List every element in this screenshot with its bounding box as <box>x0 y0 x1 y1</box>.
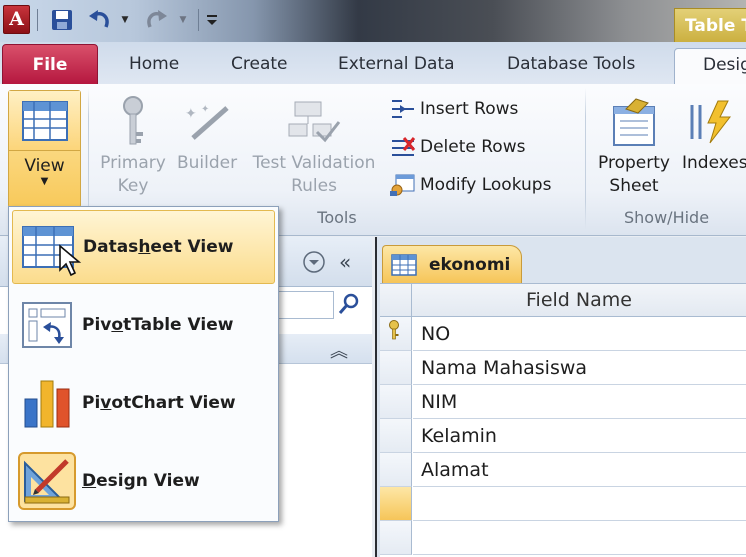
tools-group-label: Tools <box>317 208 357 227</box>
primary-key-button: Primary Key <box>100 92 166 198</box>
field-name-column-header[interactable]: Field Name <box>410 284 746 317</box>
mouse-cursor-icon <box>58 244 82 278</box>
indexes-label: Indexes <box>682 153 746 173</box>
menu-item-datasheet-view[interactable]: Datasheet View <box>12 210 275 284</box>
test-validation-label-1: Test Validation <box>252 153 376 173</box>
undo-dropdown-icon[interactable]: ▼ <box>118 8 132 32</box>
document-tab-label: ekonomi <box>429 254 511 275</box>
title-bar: A ▼ ▼ Table T <box>0 0 746 45</box>
redo-dropdown-icon: ▼ <box>179 15 187 25</box>
builder-label: Builder <box>176 153 238 173</box>
field-cell-empty[interactable] <box>413 521 746 555</box>
insert-rows-button[interactable]: Insert Rows <box>390 94 518 124</box>
search-icon[interactable] <box>338 293 360 319</box>
primary-key-label-2: Key <box>117 176 149 196</box>
insert-rows-label: Insert Rows <box>420 99 519 119</box>
nav-search-input[interactable] <box>270 291 334 319</box>
ribbon-tab-row: File Home Create External Data Database … <box>0 42 746 85</box>
pivotchart-view-icon <box>12 371 82 435</box>
property-sheet-label-2: Sheet <box>609 176 659 196</box>
undo-icon[interactable] <box>86 8 114 32</box>
show-hide-group-label: Show/Hide <box>624 208 710 227</box>
row-selector[interactable] <box>380 351 412 385</box>
design-view-icon <box>12 449 82 513</box>
field-cell[interactable]: NO <box>413 317 746 351</box>
magic-wand-icon: ✦ ✦ <box>172 92 242 152</box>
customize-qat-icon[interactable] <box>203 8 221 32</box>
indexes-button[interactable]: Indexes <box>682 92 746 175</box>
property-sheet-label-1: Property <box>598 153 670 173</box>
table-icon <box>391 253 417 276</box>
field-cell[interactable]: NIM <box>413 385 746 419</box>
redo-icon <box>142 8 170 32</box>
builder-button: ✦ ✦ Builder <box>172 92 242 175</box>
field-cell-new[interactable] <box>413 487 746 521</box>
test-validation-rules-button: Test Validation Rules <box>247 92 381 198</box>
group-separator <box>585 88 586 230</box>
row-selector[interactable] <box>380 419 412 453</box>
primary-key-indicator-icon <box>387 320 401 344</box>
row-selector[interactable] <box>380 385 412 419</box>
view-button[interactable]: View ▼ <box>8 90 81 208</box>
tab-home[interactable]: Home <box>129 48 179 85</box>
delete-rows-icon <box>390 134 420 160</box>
menu-item-design-view[interactable]: Design View <box>12 444 275 518</box>
svg-text:✦: ✦ <box>201 104 209 115</box>
delete-rows-label: Delete Rows <box>420 137 526 157</box>
view-dropdown-menu: Datasheet View PivotTable View PivotChar… <box>8 206 279 522</box>
chevron-down-icon: ▼ <box>40 176 49 187</box>
modify-lookups-label: Modify Lookups <box>420 175 552 195</box>
field-cell[interactable]: Nama Mahasiswa <box>413 351 746 385</box>
row-selector[interactable] <box>380 453 412 487</box>
chevron-circle-down-icon[interactable] <box>302 250 326 278</box>
tab-ekonomi[interactable]: ekonomi <box>382 245 522 283</box>
property-sheet-button[interactable]: Property Sheet <box>592 92 676 198</box>
tab-external-data[interactable]: External Data <box>338 48 455 85</box>
row-selector[interactable] <box>380 317 412 351</box>
field-cell[interactable]: Alamat <box>413 453 746 487</box>
tab-file[interactable]: File <box>2 44 98 85</box>
tab-create[interactable]: Create <box>231 48 288 85</box>
double-chevron-up-icon[interactable]: ︽ <box>330 337 348 363</box>
menu-item-pivottable-view[interactable]: PivotTable View <box>12 288 275 362</box>
menu-item-pivotchart-view[interactable]: PivotChart View <box>12 366 275 440</box>
indexes-icon <box>682 92 746 152</box>
row-selector-new[interactable] <box>380 487 412 521</box>
access-app-icon[interactable]: A <box>3 5 30 34</box>
property-sheet-icon <box>592 92 676 152</box>
validation-rules-icon <box>247 92 381 152</box>
document-area: ekonomi Field Name NO Nama Mahasiswa NIM… <box>375 237 746 557</box>
modify-lookups-button[interactable]: Modify Lookups <box>390 170 551 200</box>
insert-rows-icon <box>390 96 420 122</box>
view-button-label: View <box>24 156 65 176</box>
pivottable-view-icon <box>12 293 82 357</box>
field-cell[interactable]: Kelamin <box>413 419 746 453</box>
test-validation-label-2: Rules <box>291 176 337 196</box>
tab-design[interactable]: Desig <box>674 48 746 85</box>
key-icon <box>100 92 166 152</box>
svg-text:✦: ✦ <box>185 106 197 122</box>
tab-database-tools[interactable]: Database Tools <box>507 48 635 85</box>
grid-header-row: Field Name <box>380 284 746 317</box>
select-all-corner[interactable] <box>380 284 412 317</box>
menu-item-label: Datasheet View <box>83 237 234 257</box>
menu-item-label: PivotTable View <box>82 315 234 335</box>
menu-item-label: PivotChart View <box>82 393 236 413</box>
double-chevron-left-icon[interactable]: « <box>339 250 351 274</box>
modify-lookups-icon <box>390 172 420 198</box>
table-design-grid: Field Name NO Nama Mahasiswa NIM Kelamin… <box>380 283 746 557</box>
datasheet-icon <box>9 91 80 151</box>
save-icon[interactable] <box>47 8 77 32</box>
qat-separator <box>37 9 38 31</box>
qat-separator <box>198 9 199 31</box>
table-tools-contextual-title: Table T <box>674 8 746 45</box>
primary-key-label-1: Primary <box>100 153 166 173</box>
delete-rows-button[interactable]: Delete Rows <box>390 132 525 162</box>
row-selector[interactable] <box>380 521 412 555</box>
menu-item-label: Design View <box>82 471 200 491</box>
